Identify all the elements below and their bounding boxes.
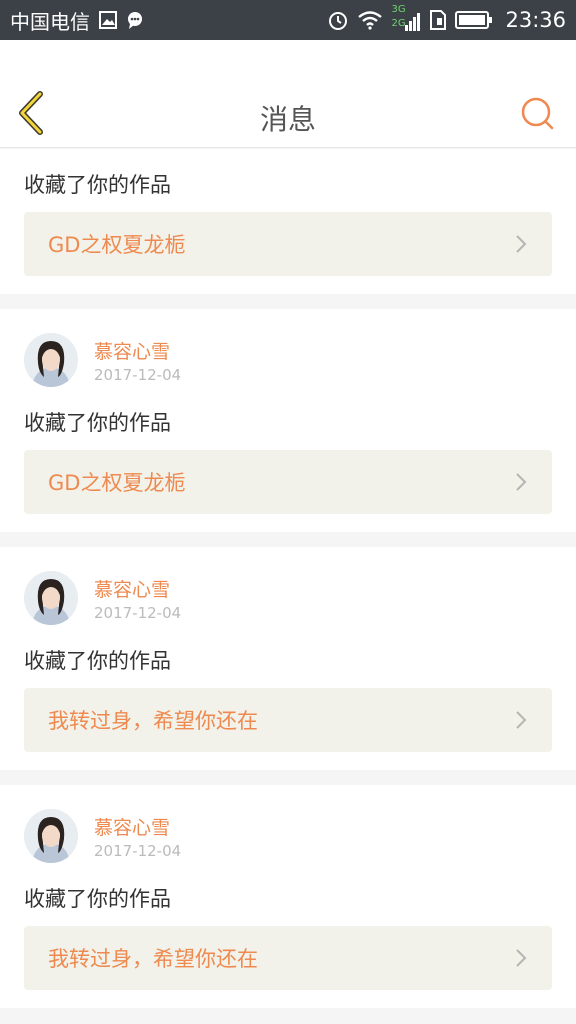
signal-icon: 3G 2G xyxy=(391,4,421,34)
action-text: 收藏了你的作品 xyxy=(24,411,171,435)
clock-time: 23:36 xyxy=(505,8,566,32)
user-name[interactable]: 慕容心雪 xyxy=(94,337,170,364)
message-date: 2017-12-04 xyxy=(94,604,182,622)
sim-icon xyxy=(429,9,447,31)
status-bar: 中国电信 3G 2G 23:36 xyxy=(0,0,576,40)
work-link[interactable]: 我转过身，希望你还在 xyxy=(24,688,552,752)
chat-icon xyxy=(126,10,146,30)
message-card: 慕容心雪 2017-12-04 收藏了你的作品 GD之权夏龙栀 xyxy=(0,309,576,532)
work-title: 我转过身，希望你还在 xyxy=(48,947,258,971)
chevron-right-icon xyxy=(516,949,527,967)
battery-icon xyxy=(455,10,493,30)
user-name[interactable]: 慕容心雪 xyxy=(94,575,170,602)
work-link[interactable]: 我转过身，希望你还在 xyxy=(24,926,552,990)
message-date: 2017-12-04 xyxy=(94,842,182,860)
chevron-right-icon xyxy=(516,473,527,491)
chevron-right-icon xyxy=(516,235,527,253)
chevron-right-icon xyxy=(516,711,527,729)
user-name[interactable]: 慕容心雪 xyxy=(94,813,170,840)
page-title: 消息 xyxy=(259,103,316,136)
avatar[interactable] xyxy=(24,809,78,863)
avatar[interactable] xyxy=(24,333,78,387)
message-card: 慕容心雪 2017-12-04 收藏了你的作品 我转过身，希望你还在 xyxy=(0,785,576,1008)
wifi-icon xyxy=(357,10,383,30)
app-header: 消息 xyxy=(0,40,576,148)
message-card: 慕容心雪 2017-12-04 收藏了你的作品 我转过身，希望你还在 xyxy=(0,547,576,770)
network-3g-label: 3G xyxy=(391,4,406,15)
message-date: 2017-12-04 xyxy=(94,366,182,384)
message-card: 收藏了你的作品 GD之权夏龙栀 xyxy=(0,149,576,294)
carrier-label: 中国电信 xyxy=(10,9,90,34)
work-title: GD之权夏龙栀 xyxy=(48,471,186,495)
search-icon xyxy=(521,97,554,130)
action-text: 收藏了你的作品 xyxy=(24,173,171,197)
alarm-icon xyxy=(327,9,349,31)
action-text: 收藏了你的作品 xyxy=(24,649,171,673)
image-icon xyxy=(98,10,118,30)
work-title: GD之权夏龙栀 xyxy=(48,233,186,257)
action-text: 收藏了你的作品 xyxy=(24,887,171,911)
work-link[interactable]: GD之权夏龙栀 xyxy=(24,450,552,514)
work-title: 我转过身，希望你还在 xyxy=(48,709,258,733)
network-2g-label: 2G xyxy=(391,18,406,29)
work-link[interactable]: GD之权夏龙栀 xyxy=(24,212,552,276)
search-button[interactable] xyxy=(520,96,556,132)
avatar[interactable] xyxy=(24,571,78,625)
